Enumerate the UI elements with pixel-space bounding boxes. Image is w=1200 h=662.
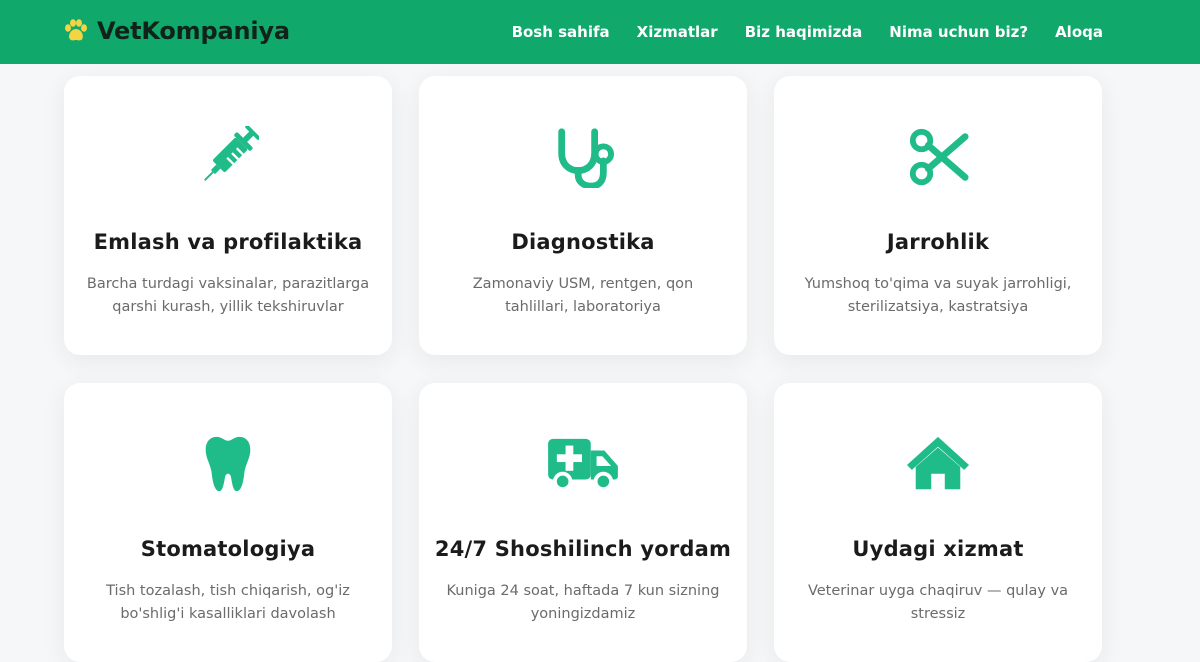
service-description: Barcha turdagi vaksinalar, parazitlarga … <box>86 276 370 315</box>
service-description: Tish tozalash, tish chiqarish, og'iz bo'… <box>106 583 350 622</box>
paw-icon <box>65 19 87 41</box>
service-card-diagnostics[interactable]: Diagnostika Zamonaviy USM, rentgen, qon … <box>419 76 747 355</box>
main-nav: Bosh sahifa Xizmatlar Biz haqimizda Nima… <box>512 0 1103 64</box>
tooth-icon <box>205 436 251 492</box>
nav-link-home[interactable]: Bosh sahifa <box>512 23 610 41</box>
nav-link-why-us[interactable]: Nima uchun biz? <box>889 23 1028 41</box>
service-card-emergency[interactable]: 24/7 Shoshilinch yordam Kuniga 24 soat, … <box>419 383 747 662</box>
service-description: Kuniga 24 soat, haftada 7 kun sizning yo… <box>446 583 720 622</box>
service-title: Uydagi xizmat <box>852 537 1024 561</box>
service-title: Stomatologiya <box>140 537 316 561</box>
service-description: Yumshoq to'qima va suyak jarrohligi, ste… <box>804 276 1072 315</box>
stethoscope-icon <box>558 128 614 188</box>
service-title: Jarrohlik <box>886 230 990 254</box>
service-card-dentistry[interactable]: Stomatologiya Tish tozalash, tish chiqar… <box>64 383 392 662</box>
service-description: Zamonaviy USM, rentgen, qon tahlillari, … <box>472 276 694 315</box>
home-icon <box>907 436 969 490</box>
service-title: Emlash va profilaktika <box>93 230 363 254</box>
brand-logo-link[interactable]: VetKompaniya <box>63 16 290 46</box>
nav-link-services[interactable]: Xizmatlar <box>637 23 718 41</box>
service-title: Diagnostika <box>511 230 655 254</box>
syringe-icon <box>204 126 259 181</box>
nav-link-contact[interactable]: Aloqa <box>1055 23 1103 41</box>
service-card-surgery[interactable]: Jarrohlik Yumshoq to'qima va suyak jarro… <box>774 76 1102 355</box>
scissors-icon <box>909 128 969 186</box>
nav-link-about[interactable]: Biz haqimizda <box>745 23 863 41</box>
service-title: 24/7 Shoshilinch yordam <box>434 537 732 561</box>
brand-name: VetKompaniya <box>97 17 290 45</box>
service-card-vaccination[interactable]: Emlash va profilaktika Barcha turdagi va… <box>64 76 392 355</box>
ambulance-icon <box>548 438 618 492</box>
service-card-home-visit[interactable]: Uydagi xizmat Veterinar uyga chaqiruv — … <box>774 383 1102 662</box>
top-navbar: VetKompaniya Bosh sahifa Xizmatlar Biz h… <box>0 0 1200 64</box>
service-description: Veterinar uyga chaqiruv — qulay va stres… <box>807 583 1069 622</box>
